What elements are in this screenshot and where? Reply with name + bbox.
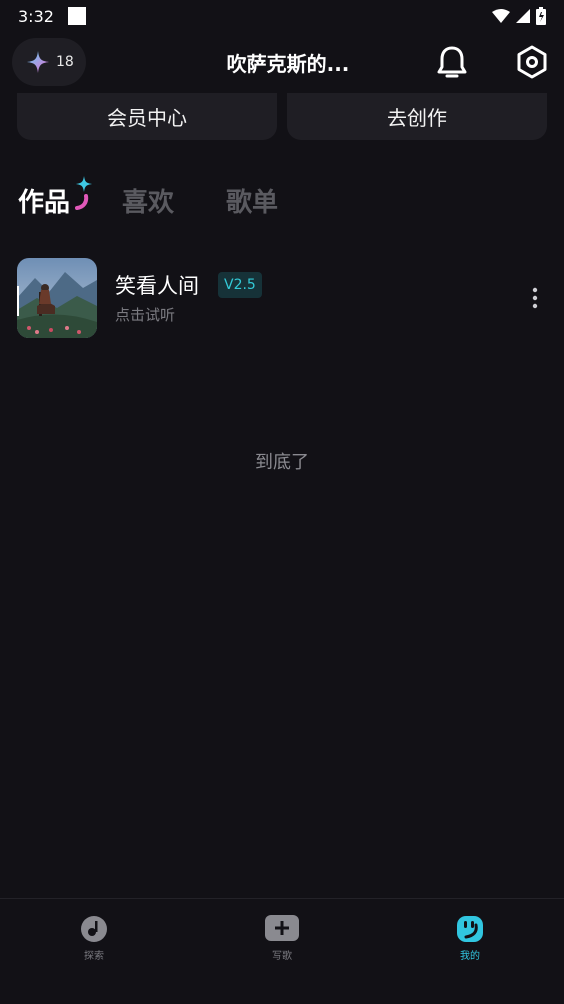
nav-explore-label: 探索 [84, 951, 104, 962]
credit-count: 18 [56, 54, 74, 70]
nav-mine[interactable]: 我的 [430, 915, 510, 965]
add-icon [265, 915, 299, 941]
signal-icon [516, 9, 530, 23]
cover-artwork [17, 258, 97, 338]
song-title: 笑看人间 [115, 274, 199, 298]
settings-hexagon-icon [517, 45, 547, 79]
song-cover-image[interactable] [17, 258, 97, 338]
settings-button[interactable] [512, 42, 552, 82]
wifi-icon [492, 9, 510, 23]
nav-write-song[interactable]: 写歌 [242, 915, 322, 965]
tab-likes[interactable]: 喜欢 [122, 182, 174, 219]
tab-playlists[interactable]: 歌单 [226, 182, 278, 219]
song-subtitle: 点击试听 [115, 306, 176, 324]
page-title: 吹萨克斯的... [226, 51, 350, 76]
nav-write-label: 写歌 [272, 951, 292, 962]
member-center-button[interactable]: 会员中心 [17, 93, 277, 140]
battery-icon [536, 7, 546, 25]
nav-mine-label: 我的 [460, 951, 480, 962]
tab-works-label: 作品 [18, 187, 71, 218]
smile-icon [457, 916, 483, 942]
version-badge: V2.5 [218, 272, 262, 298]
tab-sparkle-icon [75, 175, 93, 210]
song-list-item[interactable]: 笑看人间 V2.5 点击试听 [17, 258, 547, 338]
status-time: 3:32 [18, 6, 54, 26]
end-of-list-text: 到底了 [255, 452, 309, 473]
bottom-navigation: 探索 写歌 我的 [0, 898, 564, 1004]
notification-button[interactable] [432, 42, 472, 82]
sparkle-icon [27, 51, 49, 73]
bell-icon [437, 46, 467, 78]
credits-button[interactable]: 18 [12, 38, 86, 86]
tab-bar: 作品 喜欢 歌单 [18, 175, 330, 222]
status-icons [492, 7, 546, 25]
tab-works[interactable]: 作品 [18, 175, 93, 219]
more-options-button[interactable] [523, 282, 547, 316]
nav-explore[interactable]: 探索 [54, 915, 134, 965]
more-vertical-icon [532, 287, 538, 309]
go-create-button[interactable]: 去创作 [287, 93, 547, 140]
header: 18 吹萨克斯的... [0, 38, 564, 86]
status-bar: 3:32 [0, 0, 564, 32]
explore-icon [81, 916, 107, 942]
notification-square-icon [67, 7, 86, 25]
